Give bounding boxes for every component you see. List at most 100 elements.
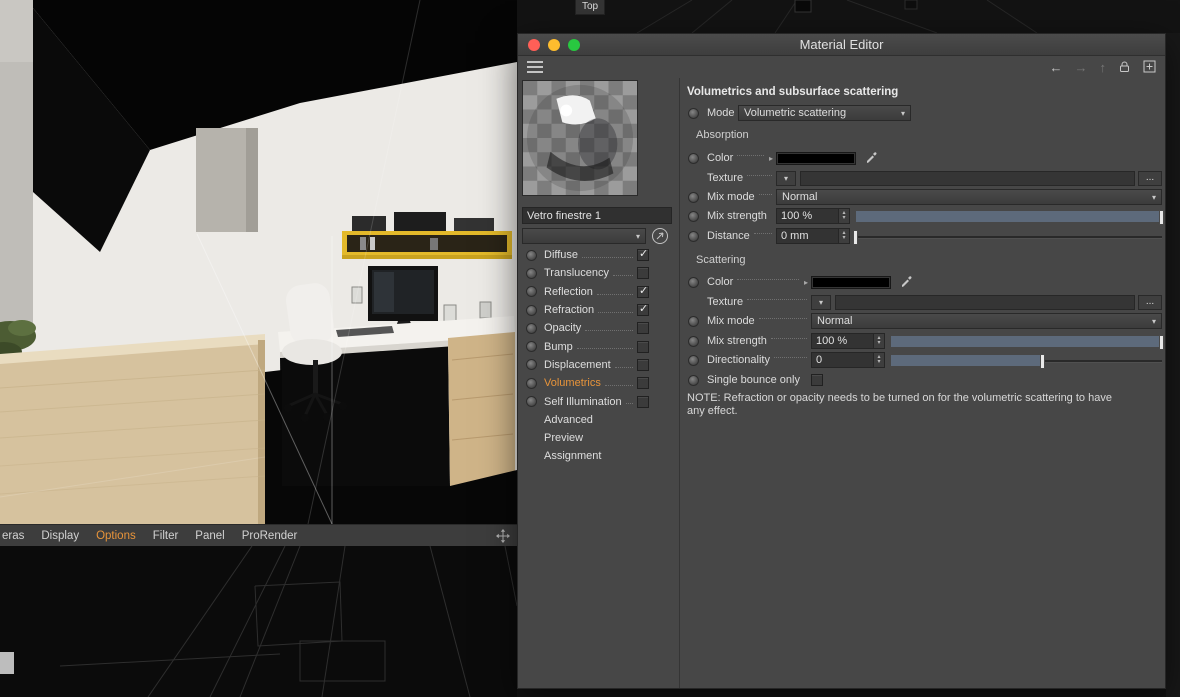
menu-item-prorender[interactable]: ProRender — [242, 530, 298, 542]
menu-item-panel[interactable]: Panel — [195, 530, 224, 542]
material-preview[interactable] — [522, 80, 638, 196]
absorption-color-swatch[interactable] — [776, 151, 856, 165]
translucency-checkbox[interactable] — [637, 267, 649, 280]
bump-checkbox[interactable] — [637, 340, 649, 353]
material-name-input[interactable] — [522, 207, 672, 224]
channel-row-refraction[interactable]: Refraction — [526, 301, 649, 319]
directionality-slider[interactable] — [891, 353, 1162, 369]
expand-arrow-icon[interactable]: ▸ — [804, 278, 808, 287]
hamburger-menu-icon[interactable] — [527, 61, 543, 73]
channel-row-opacity[interactable]: Opacity — [526, 319, 649, 337]
browse-texture-button[interactable]: ... — [1138, 294, 1162, 310]
stepper-arrows-icon[interactable]: ▴ ▾ — [873, 353, 884, 367]
opacity-checkbox[interactable] — [637, 322, 649, 335]
menu-item-display[interactable]: Display — [41, 530, 79, 542]
record-knob-icon[interactable] — [688, 315, 699, 327]
record-knob-icon[interactable] — [688, 276, 699, 288]
record-knob-icon[interactable] — [526, 341, 537, 353]
zoom-button[interactable] — [568, 39, 580, 51]
page-row-preview[interactable]: Preview — [526, 429, 649, 447]
move-viewport-icon[interactable] — [495, 528, 511, 547]
back-arrow-icon[interactable]: ← — [1050, 61, 1063, 74]
record-knob-icon[interactable] — [526, 359, 537, 371]
window-controls — [528, 39, 580, 51]
reflection-checkbox[interactable] — [637, 284, 649, 298]
record-knob-icon[interactable] — [688, 374, 699, 386]
record-knob-icon[interactable] — [688, 191, 699, 203]
record-knob-icon[interactable] — [688, 354, 699, 366]
directionality-spinner[interactable]: 0 ▴ ▾ — [811, 352, 885, 368]
close-button[interactable] — [528, 39, 540, 51]
channel-row-diffuse[interactable]: Diffuse — [526, 246, 649, 264]
scattering-mix-mode-dropdown[interactable]: Normal ▾ — [811, 313, 1162, 329]
channel-row-reflection[interactable]: Reflection — [526, 283, 649, 301]
record-knob-icon[interactable] — [688, 152, 699, 164]
record-knob-icon[interactable] — [526, 322, 537, 334]
under-window-strip — [517, 689, 1166, 697]
expand-arrow-icon[interactable]: ▸ — [769, 154, 773, 163]
single-bounce-row: Single bounce only — [681, 372, 1162, 388]
absorption-mix-strength-slider[interactable] — [856, 209, 1164, 225]
absorption-distance-spinner[interactable]: 0 mm ▴ ▾ — [776, 228, 850, 244]
channel-row-translucency[interactable]: Translucency — [526, 264, 649, 282]
lock-icon[interactable] — [1118, 60, 1131, 75]
scattering-color-row: Color ▸ — [681, 274, 1162, 290]
scattering-texture-field[interactable] — [835, 294, 1135, 310]
mode-dropdown[interactable]: Volumetric scattering ▾ — [738, 105, 911, 121]
menu-item-options[interactable]: Options — [96, 530, 136, 542]
record-knob-icon[interactable] — [688, 210, 699, 222]
single-bounce-checkbox[interactable] — [811, 374, 823, 386]
new-window-icon[interactable] — [1143, 60, 1156, 75]
eyedropper-icon[interactable] — [864, 150, 878, 167]
texture-menu-button[interactable]: ▾ — [811, 294, 831, 310]
record-knob-icon[interactable] — [526, 396, 537, 408]
scattering-mix-strength-slider[interactable] — [891, 334, 1164, 350]
volumetrics-checkbox[interactable] — [637, 377, 649, 390]
minimize-button[interactable] — [548, 39, 560, 51]
channel-row-displacement[interactable]: Displacement — [526, 356, 649, 374]
record-knob-icon[interactable] — [526, 249, 537, 261]
absorption-mix-strength-spinner[interactable]: 100 % ▴ ▾ — [776, 208, 850, 224]
record-knob-icon[interactable] — [526, 304, 537, 316]
record-knob-icon[interactable] — [526, 267, 537, 279]
menu-item-filter[interactable]: Filter — [153, 530, 179, 542]
displacement-checkbox[interactable] — [637, 358, 649, 371]
self-illumination-checkbox[interactable] — [637, 395, 649, 408]
record-knob-icon[interactable] — [526, 377, 537, 389]
channel-row-volumetrics[interactable]: Volumetrics — [526, 374, 649, 392]
page-row-advanced[interactable]: Advanced — [526, 411, 649, 429]
record-knob-icon[interactable] — [688, 335, 699, 347]
absorption-texture-field[interactable] — [800, 170, 1135, 186]
perspective-viewport[interactable] — [0, 0, 517, 525]
viewport-label-top[interactable]: Top — [575, 0, 606, 15]
color-label: Color — [707, 152, 734, 164]
absorption-mix-mode-dropdown[interactable]: Normal ▾ — [776, 189, 1162, 205]
page-row-assignment[interactable]: Assignment — [526, 447, 649, 465]
scattering-color-swatch[interactable] — [811, 275, 891, 289]
channel-row-bump[interactable]: Bump — [526, 337, 649, 355]
diffuse-checkbox[interactable] — [637, 247, 649, 262]
browse-texture-button[interactable]: ... — [1138, 170, 1162, 186]
eyedropper-icon[interactable] — [899, 274, 913, 291]
stepper-arrows-icon[interactable]: ▴ ▾ — [838, 209, 849, 223]
channel-row-self-illumination[interactable]: Self Illumination — [526, 392, 649, 410]
wireframe-viewport[interactable] — [0, 545, 518, 697]
menu-item-cameras[interactable]: eras — [2, 530, 24, 542]
record-knob-icon[interactable] — [688, 230, 699, 242]
record-knob-icon[interactable] — [688, 107, 699, 119]
record-knob-icon[interactable] — [526, 286, 537, 298]
pick-material-button[interactable] — [651, 227, 669, 245]
under-desk-shadow — [280, 344, 450, 500]
top-viewport-strip[interactable]: Top — [517, 0, 1180, 33]
material-list-dropdown[interactable]: ▾ — [522, 228, 646, 244]
texture-menu-button[interactable]: ▾ — [776, 170, 796, 186]
title-bar[interactable]: Material Editor — [518, 34, 1165, 56]
forward-arrow-icon[interactable]: → — [1075, 61, 1088, 74]
up-arrow-icon[interactable]: ↑ — [1100, 61, 1107, 74]
scattering-texture-row: Texture ▾ ... — [681, 294, 1162, 310]
refraction-checkbox[interactable] — [637, 302, 649, 317]
stepper-arrows-icon[interactable]: ▴ ▾ — [838, 229, 849, 243]
scattering-mix-strength-spinner[interactable]: 100 % ▴ ▾ — [811, 333, 885, 349]
stepper-arrows-icon[interactable]: ▴ ▾ — [873, 334, 884, 348]
absorption-distance-slider[interactable] — [853, 229, 1162, 245]
